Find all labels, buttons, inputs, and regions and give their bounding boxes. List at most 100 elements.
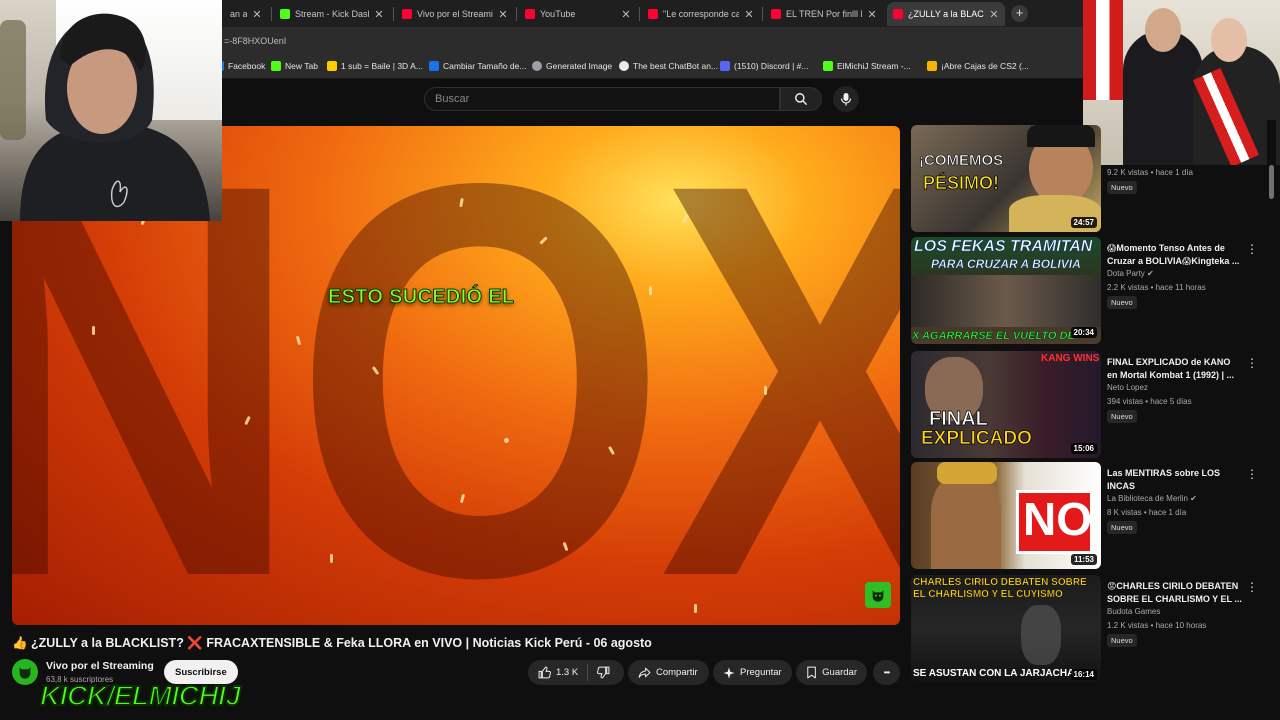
peru-flag-image bbox=[1083, 0, 1123, 100]
bookmark-label: The best ChatBot an... bbox=[633, 61, 719, 71]
new-badge: Nuevo bbox=[1107, 296, 1137, 309]
channel-name[interactable]: Dota Party ✔ bbox=[1107, 269, 1154, 278]
channel-name[interactable]: Vivo por el Streaming bbox=[46, 660, 154, 672]
browser-tab[interactable]: EL TREN Por finlll Es ✕ bbox=[765, 2, 883, 26]
thumbnail-text: ¡COMEMOS bbox=[919, 152, 1004, 169]
close-icon[interactable]: ✕ bbox=[744, 8, 754, 21]
thumbs-down-icon[interactable] bbox=[597, 666, 610, 679]
channel-name[interactable]: La Biblioteca de Merlin ✔ bbox=[1107, 494, 1197, 503]
recommended-video[interactable]: ¡COMEMOS PÉSIMO! 24:57 9.2 K vistas • ha… bbox=[911, 125, 1274, 233]
tab-label: YouTube bbox=[540, 9, 576, 19]
more-options-icon[interactable]: ⋮ bbox=[1246, 581, 1258, 593]
search-box[interactable] bbox=[424, 87, 780, 111]
search-icon bbox=[795, 93, 807, 105]
bookmark-label: Generated Image bbox=[546, 61, 613, 71]
voice-search-button[interactable] bbox=[833, 86, 859, 112]
browser-tab[interactable]: Vivo por el Streaming ✕ bbox=[396, 2, 514, 26]
video-meta: 8 K vistas • hace 1 día bbox=[1107, 508, 1187, 517]
share-button[interactable]: Compartir bbox=[628, 660, 709, 685]
video-title[interactable]: FINAL EXPLICADO de KANO en Mortal Kombat… bbox=[1107, 356, 1243, 381]
thumbs-up-icon bbox=[538, 666, 551, 679]
recommended-video[interactable]: CHARLES CIRILO DEBATEN SOBRE EL CHARLISM… bbox=[911, 575, 1274, 683]
video-thumbnail[interactable]: CHARLES CIRILO DEBATEN SOBRE EL CHARLISM… bbox=[911, 575, 1101, 682]
cat-icon bbox=[19, 667, 31, 679]
bookmark-item[interactable]: New Tab bbox=[271, 61, 318, 71]
page-scrollbar[interactable] bbox=[1267, 120, 1276, 720]
bookmark-item[interactable]: ElMichiJ Stream -... bbox=[823, 61, 911, 71]
browser-tab-active[interactable]: ¿ZULLY a la BLAC ✕ bbox=[887, 2, 1005, 26]
video-meta: 2.2 K vistas • hace 11 horas bbox=[1107, 283, 1206, 292]
bookmark-item[interactable]: Generated Image bbox=[532, 61, 612, 71]
bookmark-icon bbox=[429, 61, 439, 71]
scrollbar-thumb[interactable] bbox=[1269, 165, 1274, 199]
video-duration: 15:06 bbox=[1070, 443, 1097, 454]
video-thumbnail[interactable]: LOS FEKAS TRAMITAN PARA CRUZAR A BOLIVIA… bbox=[911, 237, 1101, 344]
kick-icon bbox=[280, 9, 290, 19]
thumbnail-text: FINAL bbox=[929, 408, 989, 430]
close-icon[interactable]: ✕ bbox=[252, 8, 262, 21]
close-icon[interactable]: ✕ bbox=[867, 8, 877, 21]
bookmark-item[interactable]: The best ChatBot an... bbox=[619, 61, 718, 71]
search-button[interactable] bbox=[780, 87, 822, 111]
bookmark-item[interactable]: Cambiar Tamaño de... bbox=[429, 61, 526, 71]
channel-avatar[interactable] bbox=[12, 659, 38, 685]
bookmark-item[interactable]: (1510) Discord | #... bbox=[720, 61, 809, 71]
bookmark-label: Cambiar Tamaño de... bbox=[443, 61, 527, 71]
channel-name[interactable]: Neto Lopez bbox=[1107, 383, 1148, 392]
video-duration: 11:53 bbox=[1070, 554, 1097, 565]
close-icon[interactable]: ✕ bbox=[989, 8, 999, 21]
more-options-icon[interactable]: ⋮ bbox=[1246, 468, 1258, 480]
tab-label: ¿ZULLY a la BLAC bbox=[908, 9, 984, 19]
like-button[interactable]: 1.3 K bbox=[538, 666, 578, 679]
new-tab-button[interactable]: + bbox=[1011, 5, 1028, 22]
browser-tab[interactable]: an a DI ✕ bbox=[224, 2, 268, 26]
bookmark-item[interactable]: ¡Abre Cajas de CS2 (... bbox=[927, 61, 1029, 71]
streamer-silhouette bbox=[20, 13, 210, 221]
recommended-video[interactable]: NO 11:53 Las MENTIRAS sobre LOS INCAS La… bbox=[911, 462, 1274, 570]
video-title[interactable]: 😡CHARLES CIRILO DEBATEN SOBRE EL CHARLIS… bbox=[1107, 580, 1243, 605]
youtube-icon bbox=[402, 9, 412, 19]
bookmark-label: ElMichiJ Stream -... bbox=[837, 61, 911, 71]
tab-label: "Le corresponde cad bbox=[663, 9, 739, 19]
channel-name[interactable]: Budota Games bbox=[1107, 607, 1160, 616]
youtube-icon bbox=[771, 9, 781, 19]
video-title[interactable]: 😱Momento Tenso Antes de Cruzar a BOLIVIA… bbox=[1107, 242, 1243, 267]
bookmark-icon bbox=[807, 666, 816, 679]
close-icon[interactable]: ✕ bbox=[374, 8, 384, 21]
video-meta: 1.2 K vistas • hace 10 horas bbox=[1107, 621, 1207, 630]
save-button[interactable]: Guardar bbox=[796, 660, 867, 685]
video-meta: 9.2 K vistas • hace 1 día bbox=[1107, 168, 1193, 177]
browser-tab[interactable]: Stream - Kick Dashbo ✕ bbox=[274, 2, 390, 26]
video-thumbnail[interactable]: ¡COMEMOS PÉSIMO! 24:57 bbox=[911, 125, 1101, 232]
microphone-icon bbox=[840, 93, 852, 106]
recommended-video[interactable]: LOS FEKAS TRAMITAN PARA CRUZAR A BOLIVIA… bbox=[911, 237, 1274, 345]
search-input[interactable] bbox=[425, 88, 779, 110]
globe-icon bbox=[532, 61, 542, 71]
share-label: Compartir bbox=[656, 667, 698, 678]
ask-label: Preguntar bbox=[740, 667, 782, 678]
video-title[interactable]: Las MENTIRAS sobre LOS INCAS bbox=[1107, 467, 1243, 492]
thumbnail-text: LOS FEKAS TRAMITAN bbox=[914, 238, 1093, 255]
more-actions-button[interactable]: ••• bbox=[873, 660, 900, 685]
video-meta: 394 vistas • hace 5 días bbox=[1107, 397, 1192, 406]
more-options-icon[interactable]: ⋮ bbox=[1246, 357, 1258, 369]
tab-label: an a DI bbox=[230, 9, 247, 19]
video-thumbnail[interactable]: NO 11:53 bbox=[911, 462, 1101, 569]
ask-button[interactable]: Preguntar bbox=[713, 660, 792, 685]
url-text[interactable]: =-8F8HXOUenI bbox=[224, 36, 286, 46]
youtube-icon bbox=[648, 9, 658, 19]
close-icon[interactable]: ✕ bbox=[498, 8, 508, 21]
tab-label: EL TREN Por finlll Es bbox=[786, 9, 862, 19]
bookmark-item[interactable]: 1 sub = Baile | 3D A... bbox=[327, 61, 423, 71]
more-options-icon[interactable]: ⋮ bbox=[1246, 243, 1258, 255]
kick-icon bbox=[271, 61, 281, 71]
save-label: Guardar bbox=[822, 667, 857, 678]
browser-tab[interactable]: YouTube ✕ bbox=[519, 2, 637, 26]
recommended-video[interactable]: KANG WINS FINAL EXPLICADO 15:06 FINAL EX… bbox=[911, 351, 1274, 459]
video-thumbnail[interactable]: KANG WINS FINAL EXPLICADO 15:06 bbox=[911, 351, 1101, 458]
new-badge: Nuevo bbox=[1107, 410, 1137, 423]
close-icon[interactable]: ✕ bbox=[621, 8, 631, 21]
webcam-overlay bbox=[0, 0, 222, 221]
browser-tab[interactable]: "Le corresponde cad ✕ bbox=[642, 2, 760, 26]
bookmark-icon bbox=[327, 61, 337, 71]
